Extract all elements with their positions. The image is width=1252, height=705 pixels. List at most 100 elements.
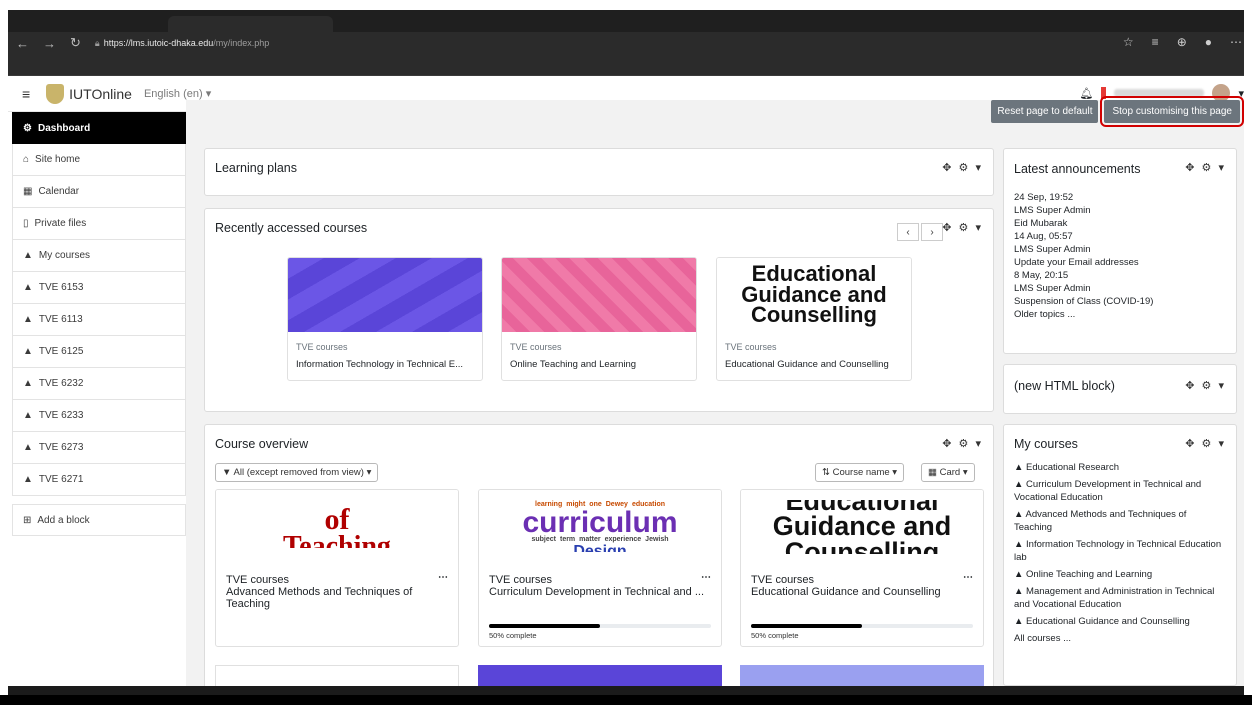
sidebar-item-tve-6271[interactable]: ▲ TVE 6271 <box>12 464 186 496</box>
more-options-icon[interactable]: ⋯ <box>963 572 973 583</box>
course-name[interactable]: Curriculum Development in Technical and … <box>489 586 711 598</box>
sidebar-item-label: TVE 6273 <box>38 442 84 453</box>
block-controls-icon[interactable]: ✥ ⚙ ▾ <box>942 161 983 174</box>
letterbox-top <box>0 0 1252 10</box>
course-image: Educational Guidance and Counselling <box>741 490 983 564</box>
course-name[interactable]: Advanced Methods and Techniques of Teach… <box>226 586 448 610</box>
graduation-cap-icon: ▲ <box>23 474 33 485</box>
recent-course-card[interactable]: TVE courses Online Teaching and Learning <box>501 257 697 381</box>
sidebar-item-site-home[interactable]: ⌂ Site home <box>12 144 186 176</box>
sidebar-item-label: TVE 6113 <box>38 314 83 325</box>
dashboard-icon: ⚙ <box>23 122 32 134</box>
my-course-link[interactable]: ▲ Curriculum Development in Technical an… <box>1014 478 1226 504</box>
back-icon[interactable]: ← <box>16 36 29 51</box>
sidebar-item-my-courses[interactable]: ▲ My courses <box>12 240 186 272</box>
course-category: TVE courses <box>510 342 562 352</box>
more-icon[interactable]: ⋯ <box>1230 35 1242 49</box>
block-controls-icon[interactable]: ✥ ⚙ ▾ <box>942 437 983 450</box>
all-courses-link[interactable]: All courses ... <box>1014 632 1226 645</box>
language-selector[interactable]: English (en) ▾ <box>144 87 211 100</box>
recent-course-card[interactable]: Educational Guidance and Counselling TVE… <box>716 257 912 381</box>
sidebar-item-tve-6233[interactable]: ▲ TVE 6233 <box>12 400 186 432</box>
course-category: TVE courses <box>296 342 348 352</box>
course-name[interactable]: Online Teaching and Learning <box>510 358 688 371</box>
sort-dropdown[interactable]: ⇅ Course name ▾ <box>815 463 905 482</box>
sidebar-item-private-files[interactable]: ▯ Private files <box>12 208 186 240</box>
view-dropdown[interactable]: ▦ Card ▾ <box>921 463 975 482</box>
my-course-label: Information Technology in Technical Educ… <box>1014 539 1222 563</box>
sidebar-item-label: TVE 6125 <box>38 346 84 357</box>
menu-icon[interactable]: ≡ <box>22 86 30 102</box>
sidebar-item-tve-6273[interactable]: ▲ TVE 6273 <box>12 432 186 464</box>
graduation-cap-icon: ▲ <box>1014 586 1027 597</box>
reset-page-button[interactable]: Reset page to default <box>991 100 1099 123</box>
sidebar-item-tve-6153[interactable]: ▲ TVE 6153 <box>12 272 186 304</box>
older-topics-link[interactable]: Older topics ... <box>1014 308 1153 321</box>
graduation-cap-icon: ▲ <box>1014 479 1027 490</box>
overview-course-card[interactable]: of Teaching TVE courses Advanced Methods… <box>215 489 459 647</box>
carousel-nav: ‹ › <box>897 223 943 241</box>
sidebar-item-calendar[interactable]: ▦ Calendar <box>12 176 186 208</box>
my-course-link[interactable]: ▲ Management and Administration in Techn… <box>1014 585 1226 611</box>
chevron-right-icon[interactable]: › <box>921 223 943 241</box>
filter-dropdown[interactable]: ▼ All (except removed from view) ▾ <box>215 463 379 482</box>
progress-label: 50% complete <box>751 631 799 640</box>
home-icon: ⌂ <box>23 154 30 165</box>
collections-icon[interactable]: ⊕ <box>1177 35 1187 49</box>
add-block-button[interactable]: ⊞ Add a block <box>12 504 186 536</box>
announcement-link[interactable]: Update your Email addresses <box>1014 256 1153 269</box>
recent-courses-block: Recently accessed courses ‹ › ✥ ⚙ ▾ TVE … <box>204 208 994 412</box>
more-options-icon[interactable]: ⋯ <box>438 572 448 583</box>
profile-icon[interactable]: ● <box>1205 35 1212 49</box>
graduation-cap-icon: ▲ <box>23 442 33 453</box>
bottom-strip <box>8 686 1252 695</box>
favorites-list-icon[interactable]: ≡ <box>1152 35 1159 49</box>
sidebar-item-tve-6125[interactable]: ▲ TVE 6125 <box>12 336 186 368</box>
my-course-link[interactable]: ▲ Information Technology in Technical Ed… <box>1014 538 1226 564</box>
sidebar-item-label: Dashboard <box>37 122 91 134</box>
announcement-time: 24 Sep, 19:52 <box>1014 192 1074 203</box>
course-name[interactable]: Information Technology in Technical E... <box>296 358 474 371</box>
chevron-left-icon[interactable]: ‹ <box>897 223 919 241</box>
my-course-link[interactable]: ▲ Online Teaching and Learning <box>1014 568 1226 581</box>
block-controls-icon[interactable]: ✥ ⚙ ▾ <box>1185 437 1226 450</box>
course-image <box>502 258 696 332</box>
graduation-cap-icon: ▲ <box>23 282 33 293</box>
sidebar-item-tve-6113[interactable]: ▲ TVE 6113 <box>12 304 186 336</box>
my-course-link[interactable]: ▲ Advanced Methods and Techniques of Tea… <box>1014 508 1226 534</box>
announcements-block: Latest announcements ✥ ⚙ ▾ 24 Sep, 19:52… <box>1003 148 1237 354</box>
graduation-cap-icon: ▲ <box>1014 462 1027 473</box>
block-controls-icon[interactable]: ✥ ⚙ ▾ <box>942 221 983 234</box>
word-cloud-bottom: subject term matter experience Jewish <box>531 536 669 544</box>
recent-course-card[interactable]: TVE courses Information Technology in Te… <box>287 257 483 381</box>
overview-course-card[interactable]: learning might one Dewey education curriculu… <box>478 489 722 647</box>
url-field[interactable]: 🔒︎ https://lms.iutoic-dhaka.edu/my/index… <box>95 38 269 49</box>
browser-tabbar <box>8 10 1252 32</box>
my-course-link[interactable]: ▲ Educational Guidance and Counselling <box>1014 615 1226 628</box>
block-controls-icon[interactable]: ✥ ⚙ ▾ <box>1185 161 1226 174</box>
sidebar-item-tve-6232[interactable]: ▲ TVE 6232 <box>12 368 186 400</box>
overview-course-card[interactable]: Educational Guidance and Counselling TVE… <box>740 489 984 647</box>
block-controls-icon[interactable]: ✥ ⚙ ▾ <box>1185 379 1226 392</box>
site-brand[interactable]: IUTOnline <box>69 86 132 102</box>
block-title: Course overview <box>215 437 309 451</box>
announcement-link[interactable]: Eid Mubarak <box>1014 217 1153 230</box>
course-name[interactable]: Educational Guidance and Counselling <box>725 358 903 371</box>
logo-icon[interactable] <box>46 83 65 104</box>
sidebar-item-dashboard[interactable]: ⚙ Dashboard <box>12 112 186 144</box>
stop-customising-button[interactable]: Stop customising this page <box>1100 96 1244 127</box>
bell-icon[interactable]: 🔔︎ <box>1080 87 1094 100</box>
address-bar: ← → ↻ 🔒︎ https://lms.iutoic-dhaka.edu/my… <box>8 32 1252 54</box>
my-course-link[interactable]: ▲ Educational Research <box>1014 461 1226 474</box>
course-name[interactable]: Educational Guidance and Counselling <box>751 586 973 598</box>
announcement-link[interactable]: Suspension of Class (COVID-19) <box>1014 295 1153 308</box>
lock-icon: 🔒︎ <box>94 37 100 48</box>
more-options-icon[interactable]: ⋯ <box>701 572 711 583</box>
browser-tab[interactable] <box>168 16 333 32</box>
favorite-icon[interactable]: ☆ <box>1123 35 1134 49</box>
forward-icon[interactable]: → <box>43 36 56 51</box>
announcement-time: 14 Aug, 05:57 <box>1014 231 1073 242</box>
reload-icon[interactable]: ↻ <box>70 35 81 51</box>
grid-icon: ▦ <box>928 467 940 478</box>
sidebar: ⚙ Dashboard ⌂ Site home ▦ Calendar ▯ Private fi… <box>12 112 186 536</box>
